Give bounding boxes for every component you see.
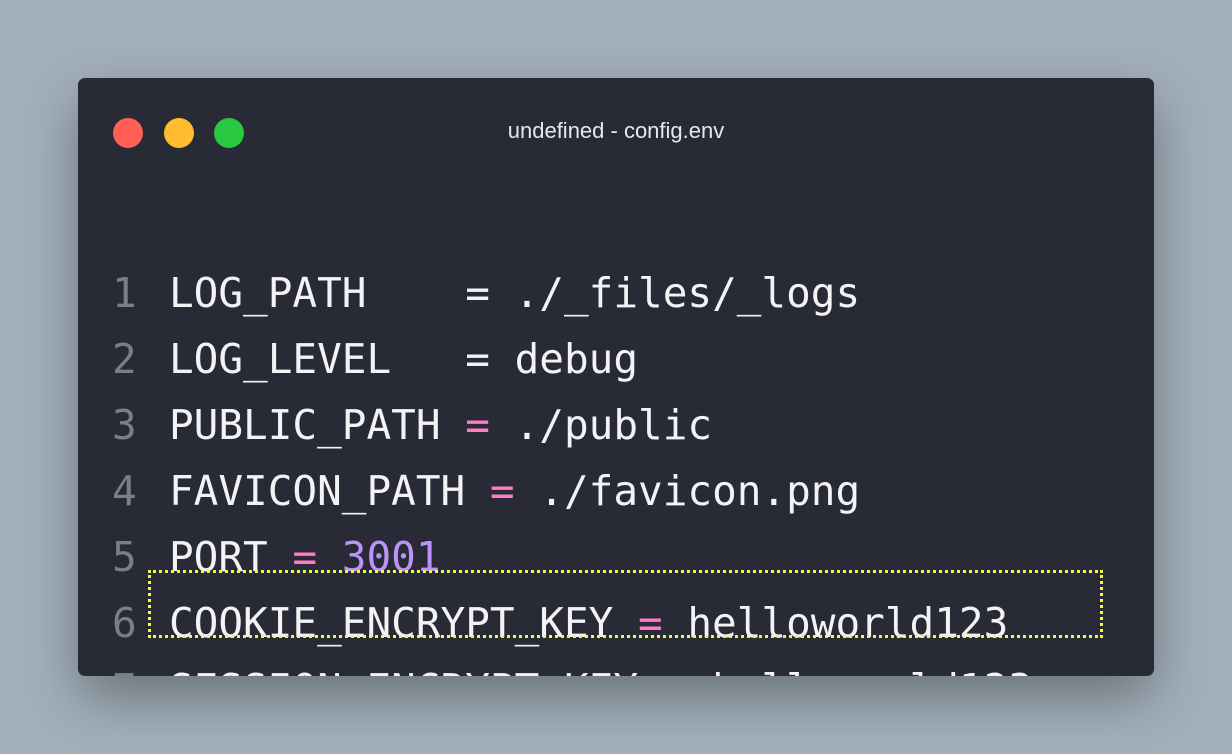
code-text: LOG_LEVEL = debug bbox=[169, 326, 638, 392]
env-key: PUBLIC_PATH bbox=[169, 401, 466, 449]
code-line[interactable]: 1 LOG_PATH = ./_files/_logs bbox=[78, 260, 860, 326]
line-number: 7 bbox=[112, 656, 137, 676]
assign-operator: = bbox=[465, 335, 490, 383]
assign-operator: = bbox=[292, 533, 318, 581]
window-title: undefined - config.env bbox=[507, 118, 725, 143]
env-value: ./_files/_logs bbox=[514, 269, 861, 317]
env-value: helloworld123 bbox=[687, 599, 1009, 647]
line-number: 5 bbox=[112, 533, 137, 581]
line-number: 3 bbox=[112, 401, 137, 449]
env-value: ./favicon.png bbox=[539, 467, 861, 515]
env-key: LOG_PATH bbox=[169, 269, 466, 317]
env-value: helloworld123 bbox=[712, 665, 1033, 676]
code-editor[interactable]: 1 LOG_PATH = ./_files/_logs 2 LOG_LEVEL … bbox=[78, 260, 1033, 676]
env-key: COOKIE_ENCRYPT_KEY bbox=[169, 599, 638, 647]
line-number: 2 bbox=[112, 335, 137, 383]
assign-operator: = bbox=[663, 665, 688, 676]
title-bar: undefined - config.env bbox=[78, 78, 1154, 182]
env-key: PORT bbox=[169, 533, 293, 581]
code-line[interactable]: 2 LOG_LEVEL = debug bbox=[78, 326, 638, 392]
code-text: LOG_PATH = ./_files/_logs bbox=[169, 260, 860, 326]
code-text: PUBLIC_PATH = ./public bbox=[169, 392, 712, 458]
code-line[interactable]: 3 PUBLIC_PATH = ./public bbox=[78, 392, 712, 458]
line-number: 1 bbox=[112, 269, 137, 317]
code-line[interactable]: 4 FAVICON_PATH = ./favicon.png bbox=[78, 458, 860, 524]
env-value: debug bbox=[514, 335, 639, 383]
code-text: SESSION_ENCRYPT_KEY = helloworld123 bbox=[169, 656, 1033, 676]
code-text: FAVICON_PATH = ./favicon.png bbox=[169, 458, 860, 524]
env-value: ./public bbox=[514, 401, 713, 449]
code-text: COOKIE_ENCRYPT_KEY = helloworld123 bbox=[169, 590, 1008, 656]
code-text: PORT = 3001 bbox=[169, 524, 441, 590]
env-key: FAVICON_PATH bbox=[169, 467, 490, 515]
env-value: 3001 bbox=[341, 533, 441, 581]
env-key: SESSION_ENCRYPT_KEY bbox=[169, 665, 663, 676]
assign-operator: = bbox=[489, 467, 515, 515]
line-number: 4 bbox=[112, 467, 137, 515]
assign-operator: = bbox=[465, 269, 490, 317]
line-number: 6 bbox=[112, 599, 137, 647]
code-line[interactable]: 6 COOKIE_ENCRYPT_KEY = helloworld123 bbox=[78, 590, 1008, 656]
env-key: LOG_LEVEL bbox=[169, 335, 466, 383]
assign-operator: = bbox=[638, 599, 663, 647]
code-line[interactable]: 5 PORT = 3001 bbox=[78, 524, 441, 590]
assign-operator: = bbox=[465, 401, 490, 449]
editor-window: undefined - config.env 1 LOG_PATH = ./_f… bbox=[78, 78, 1154, 676]
code-line-highlighted[interactable]: 7 SESSION_ENCRYPT_KEY = helloworld123 bbox=[78, 656, 1033, 676]
